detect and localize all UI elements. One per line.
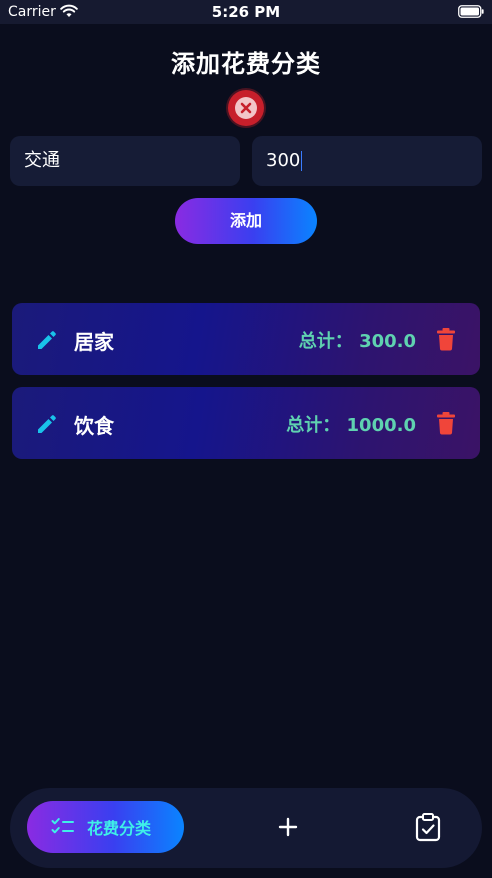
- category-total: 总计： 1000.0: [286, 415, 416, 436]
- pencil-icon[interactable]: [36, 329, 58, 351]
- checklist-icon: [51, 818, 74, 834]
- page-title: 添加花费分类: [171, 50, 321, 78]
- amount-value: 300: [266, 150, 301, 171]
- category-name-input[interactable]: 交通: [10, 136, 240, 186]
- category-card[interactable]: 饮食 总计： 1000.0: [12, 387, 480, 459]
- tab-expense-categories[interactable]: 花费分类: [27, 801, 184, 853]
- amount-input[interactable]: 300: [252, 136, 482, 186]
- plus-icon[interactable]: [276, 815, 300, 839]
- category-name: 饮食: [74, 414, 114, 438]
- bottom-tab-bar: 花费分类: [10, 788, 482, 868]
- category-card[interactable]: 居家 总计： 300.0: [12, 303, 480, 375]
- category-total: 总计： 300.0: [298, 331, 416, 352]
- add-button[interactable]: 添加: [175, 198, 317, 244]
- status-bar: Carrier 5:26 PM: [0, 0, 492, 24]
- battery-icon: [458, 5, 484, 18]
- trash-icon[interactable]: [436, 411, 456, 435]
- close-circle-icon: [235, 97, 257, 119]
- close-button[interactable]: [228, 90, 264, 126]
- category-name-value: 交通: [24, 150, 60, 171]
- category-name: 居家: [74, 330, 114, 354]
- text-caret: [301, 151, 303, 171]
- tab-active-label: 花费分类: [87, 819, 152, 838]
- clipboard-check-icon[interactable]: [415, 812, 441, 842]
- pencil-icon[interactable]: [36, 413, 58, 435]
- trash-icon[interactable]: [436, 327, 456, 351]
- status-time: 5:26 PM: [211, 3, 281, 21]
